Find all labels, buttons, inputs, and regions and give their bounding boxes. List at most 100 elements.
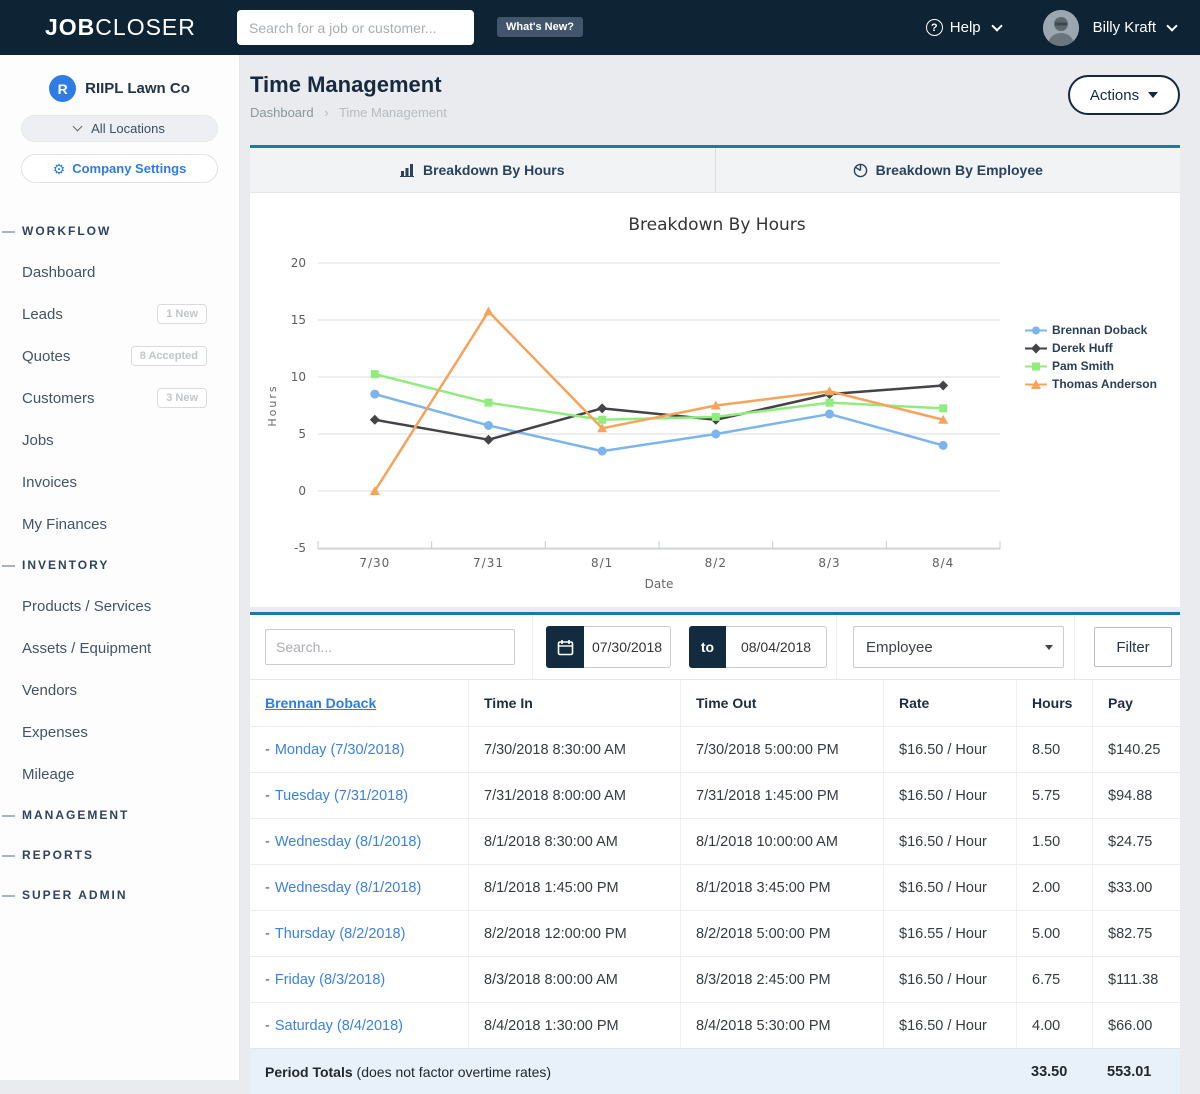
table-row: -Saturday (8/4/2018) 8/4/2018 1:30:00 PM… [250, 1002, 1180, 1048]
data-point[interactable] [484, 306, 494, 315]
legend-triangle-marker-icon [1025, 379, 1047, 390]
sidebar-item-quotes[interactable]: Quotes8 Accepted [0, 335, 239, 377]
total-hours: 33.50 [1016, 1064, 1092, 1080]
actions-button[interactable]: Actions [1068, 75, 1180, 115]
help-menu[interactable]: ? Help [926, 19, 1001, 36]
day-link[interactable]: Wednesday (8/1/2018) [275, 834, 421, 850]
col-pay: Pay [1092, 680, 1180, 726]
x-axis-tick-label: 8/3 [818, 556, 840, 570]
data-point[interactable] [938, 381, 948, 391]
table-row: -Tuesday (7/31/2018) 7/31/2018 8:00:00 A… [250, 772, 1180, 818]
user-name: Billy Kraft [1093, 19, 1156, 36]
data-point[interactable] [826, 399, 834, 407]
day-link[interactable]: Tuesday (7/31/2018) [275, 788, 408, 804]
chevron-down-icon [1166, 20, 1177, 31]
legend-item-thomas-anderson[interactable]: Thomas Anderson [1025, 375, 1157, 393]
sidebar-item-expenses[interactable]: Expenses [0, 711, 239, 753]
legend-diamond-marker-icon [1025, 343, 1047, 354]
user-avatar[interactable] [1043, 10, 1079, 46]
legend-item-brennan-doback[interactable]: Brennan Doback [1025, 321, 1157, 339]
caret-down-icon [1148, 92, 1158, 98]
quotes-badge: 8 Accepted [131, 346, 207, 366]
pay-cell: $140.25 [1092, 727, 1180, 772]
data-point[interactable] [370, 390, 379, 399]
time-out-cell: 7/31/2018 1:45:00 PM [680, 773, 883, 818]
legend-item-pam-smith[interactable]: Pam Smith [1025, 357, 1157, 375]
help-question-icon: ? [926, 19, 943, 36]
day-link[interactable]: Saturday (8/4/2018) [275, 1018, 403, 1034]
x-axis-tick-label: 8/4 [932, 556, 954, 570]
data-point[interactable] [598, 416, 606, 424]
day-link[interactable]: Monday (7/30/2018) [275, 742, 405, 758]
tab-breakdown-by-employee[interactable]: Breakdown By Employee [716, 148, 1181, 192]
day-link[interactable]: Friday (8/3/2018) [275, 972, 385, 988]
filter-button[interactable]: Filter [1094, 627, 1172, 667]
app-logo[interactable]: JOBCLOSER [45, 14, 196, 41]
data-point[interactable] [939, 441, 948, 450]
col-rate: Rate [883, 680, 1016, 726]
legend-item-derek-huff[interactable]: Derek Huff [1025, 339, 1157, 357]
locations-dropdown[interactable]: All Locations [21, 115, 218, 142]
calendar-button[interactable] [546, 626, 584, 668]
data-point[interactable] [712, 413, 720, 421]
company-settings-button[interactable]: ⚙ Company Settings [21, 154, 218, 183]
sidebar-section-management[interactable]: MANAGEMENT [0, 795, 239, 835]
main-content: Time Management Dashboard › Time Managem… [250, 55, 1180, 1094]
bar-chart-icon [400, 163, 415, 177]
legend-circle-marker-icon [1025, 325, 1047, 336]
table-row: -Friday (8/3/2018) 8/3/2018 8:00:00 AM 8… [250, 956, 1180, 1002]
rate-cell: $16.50 / Hour [883, 865, 1016, 910]
whats-new-button[interactable]: What's New? [497, 17, 583, 37]
data-point[interactable] [598, 447, 607, 456]
settings-label: Company Settings [72, 161, 186, 176]
employee-name-link[interactable]: Brennan Doback [265, 695, 376, 711]
sidebar-item-mileage[interactable]: Mileage [0, 753, 239, 795]
table-search-input[interactable] [265, 629, 515, 665]
breadcrumb-dashboard[interactable]: Dashboard [250, 105, 314, 120]
company-header: R RIIPL Lawn Co [0, 75, 239, 102]
chart-series-line [375, 386, 943, 440]
locations-label: All Locations [91, 121, 165, 136]
date-to-input[interactable] [726, 626, 827, 668]
table-header-row: Brennan Doback Time In Time Out Rate Hou… [250, 680, 1180, 726]
sidebar-item-dashboard[interactable]: Dashboard [0, 251, 239, 293]
data-point[interactable] [371, 370, 379, 378]
day-link[interactable]: Thursday (8/2/2018) [275, 926, 406, 942]
rate-cell: $16.50 / Hour [883, 1003, 1016, 1048]
totals-note: (does not factor overtime rates) [357, 1064, 552, 1080]
sidebar-section-super-admin[interactable]: SUPER ADMIN [0, 875, 239, 915]
sidebar-item-leads[interactable]: Leads1 New [0, 293, 239, 335]
sidebar-item-customers[interactable]: Customers3 New [0, 377, 239, 419]
hours-cell: 5.75 [1016, 773, 1092, 818]
tab-breakdown-by-hours[interactable]: Breakdown By Hours [250, 148, 716, 192]
time-out-cell: 8/3/2018 2:45:00 PM [680, 957, 883, 1002]
data-point[interactable] [711, 430, 720, 439]
sidebar-item-products-services[interactable]: Products / Services [0, 585, 239, 627]
data-point[interactable] [370, 415, 380, 425]
table-row: -Wednesday (8/1/2018) 8/1/2018 8:30:00 A… [250, 818, 1180, 864]
sidebar-section-reports[interactable]: REPORTS [0, 835, 239, 875]
chart-legend: Brennan Doback Derek Huff Pam Smith [1025, 321, 1157, 393]
data-point[interactable] [484, 421, 493, 430]
data-point[interactable] [597, 403, 607, 413]
time-in-cell: 8/3/2018 8:00:00 AM [468, 957, 680, 1002]
day-link[interactable]: Wednesday (8/1/2018) [275, 880, 421, 896]
company-logo: R [49, 75, 76, 102]
sidebar-item-jobs[interactable]: Jobs [0, 419, 239, 461]
data-point[interactable] [939, 404, 947, 412]
rate-cell: $16.50 / Hour [883, 773, 1016, 818]
data-point[interactable] [484, 435, 494, 445]
data-point[interactable] [825, 410, 834, 419]
sidebar-item-my-finances[interactable]: My Finances [0, 503, 239, 545]
employee-select[interactable]: Employee [853, 626, 1064, 668]
global-search-input[interactable] [237, 10, 474, 45]
data-point[interactable] [485, 399, 493, 407]
logo-light: CLOSER [95, 14, 196, 40]
col-time-out: Time Out [680, 680, 883, 726]
user-menu[interactable]: Billy Kraft [1093, 19, 1176, 36]
sidebar-item-invoices[interactable]: Invoices [0, 461, 239, 503]
sidebar-item-assets-equipment[interactable]: Assets / Equipment [0, 627, 239, 669]
sidebar-item-vendors[interactable]: Vendors [0, 669, 239, 711]
date-from-input[interactable] [584, 626, 671, 668]
pay-cell: $82.75 [1092, 911, 1180, 956]
